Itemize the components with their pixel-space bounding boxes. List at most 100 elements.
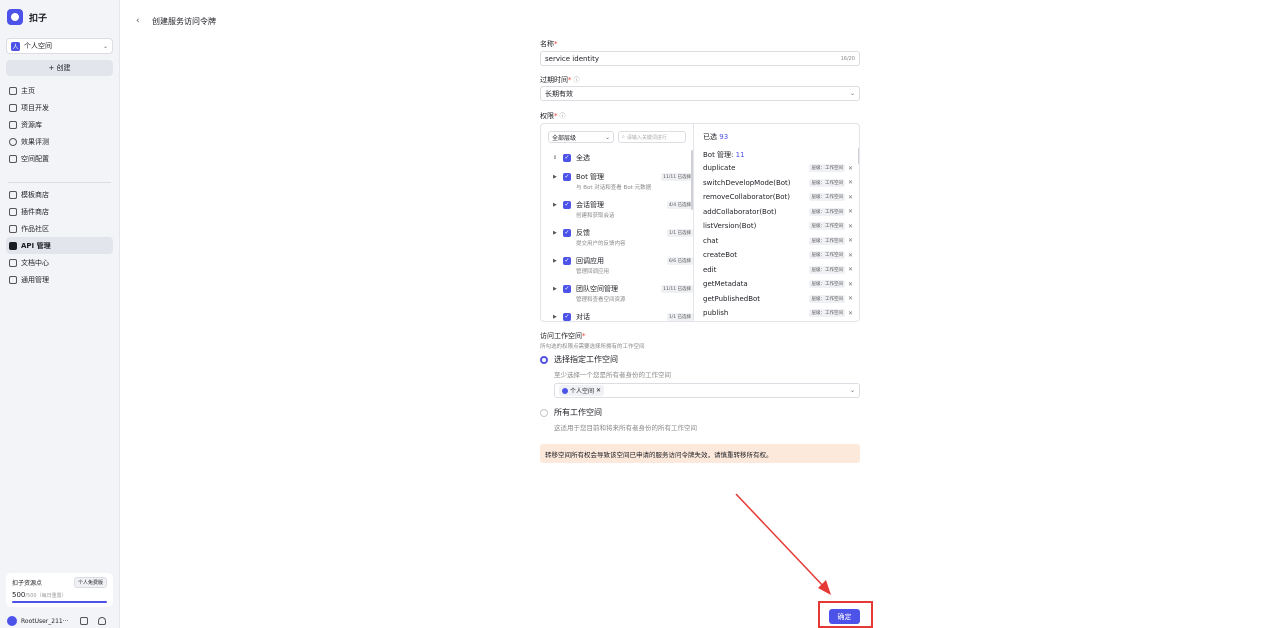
radio-unchecked[interactable] bbox=[540, 408, 548, 417]
remove-icon[interactable]: ✕ bbox=[848, 266, 853, 273]
back-icon[interactable]: ‹ bbox=[136, 16, 140, 26]
info-icon: ⓘ bbox=[559, 113, 566, 120]
name-field[interactable]: 16/20 bbox=[540, 51, 860, 66]
user-row[interactable]: RootUser_211··· bbox=[7, 616, 107, 626]
permission-tree: 全部层级 ⌄ ⌕ 请输入关键词进行 ⇕ ✓ 全选 ▶ ✓ Bot 管理 11/11 已选择… bbox=[541, 124, 694, 321]
selected-item-name: getPublishedBot bbox=[703, 294, 761, 303]
ws-chip[interactable]: 个人空间 ✕ bbox=[559, 385, 605, 396]
sidebar-divider bbox=[8, 182, 111, 183]
credits-card[interactable]: 扣子资源点 个人免费版 500/500（每日重置） bbox=[6, 573, 113, 607]
nav-item-library[interactable]: 资源库 bbox=[6, 116, 113, 133]
confirm-button[interactable]: 确定 bbox=[829, 609, 860, 624]
nav-label: 资源库 bbox=[21, 120, 42, 129]
nav-item-plugin-store[interactable]: 插件商店 bbox=[6, 203, 113, 220]
remove-icon[interactable]: ✕ bbox=[848, 208, 853, 215]
name-input[interactable] bbox=[545, 54, 841, 63]
nav-bottom: 模板商店 插件商店 作品社区 API 管理 文档中心 通用管理 bbox=[6, 186, 113, 288]
level-tag: 层级：工作空间 bbox=[809, 164, 845, 172]
checkbox-checked[interactable]: ✓ bbox=[563, 313, 571, 321]
perm-group[interactable]: ▶ ✓ 反馈 1/1 已选择 提交用户的反馈内容 bbox=[553, 228, 693, 247]
remove-icon[interactable]: ✕ bbox=[848, 237, 853, 244]
space-selector[interactable]: 人 个人空间 ⌄ bbox=[6, 38, 113, 54]
brand[interactable]: 扣子 bbox=[7, 9, 47, 25]
credits-progress-fill bbox=[12, 601, 107, 603]
level-tag: 层级：工作空间 bbox=[809, 280, 845, 288]
plan-badge: 个人免费版 bbox=[73, 577, 107, 588]
selected-item: createBot 层级：工作空间 ✕ bbox=[703, 251, 853, 259]
expand-icon: ▶ bbox=[553, 202, 557, 208]
selected-item: listVersion(Bot) 层级：工作空间 ✕ bbox=[703, 222, 853, 230]
remove-icon[interactable]: ✕ bbox=[848, 281, 853, 288]
docs-icon bbox=[9, 258, 17, 267]
selected-item-name: removeCollaborator(Bot) bbox=[703, 193, 791, 201]
project-icon bbox=[9, 103, 17, 112]
nav-label: 作品社区 bbox=[21, 224, 49, 233]
chevron-down-icon: ⌄ bbox=[604, 133, 610, 141]
selected-item: switchDevelopMode(Bot) 层级：工作空间 ✕ bbox=[703, 178, 853, 187]
nav-item-api[interactable]: API 管理 bbox=[6, 237, 113, 254]
search-placeholder: 请输入关键词进行 bbox=[626, 134, 667, 141]
remove-icon[interactable]: ✕ bbox=[848, 165, 853, 172]
name-counter: 16/20 bbox=[840, 55, 855, 62]
nav-item-settings[interactable]: 通用管理 bbox=[6, 271, 113, 288]
remove-icon[interactable]: ✕ bbox=[848, 223, 853, 230]
sidebar: 扣子 人 个人空间 ⌄ + 创建 主页 项目开发 资源库 效果评测 空间配置 模… bbox=[0, 0, 120, 628]
permission-panel: 全部层级 ⌄ ⌕ 请输入关键词进行 ⇕ ✓ 全选 ▶ ✓ Bot 管理 11/11 已选择… bbox=[540, 123, 860, 322]
perm-group[interactable]: ▶ ✓ 对话 1/1 已选择 bbox=[553, 312, 693, 321]
perm-group[interactable]: ▶ ✓ 团队空间管理 11/11 已选择 管理和查看空间资源 bbox=[553, 284, 693, 303]
nav-item-evaluation[interactable]: 效果评测 bbox=[6, 133, 113, 150]
info-icon: ⓘ bbox=[573, 77, 580, 84]
level-select[interactable]: 全部层级 ⌄ bbox=[548, 131, 614, 143]
nav-item-project[interactable]: 项目开发 bbox=[6, 99, 113, 116]
perm-group[interactable]: ▶ ✓ 会话管理 4/4 已选择 创建和获取会话 bbox=[553, 200, 693, 219]
scrollbar[interactable] bbox=[858, 148, 859, 164]
radio-specific-ws[interactable]: 选择指定工作空间 bbox=[540, 354, 618, 365]
nav-item-community[interactable]: 作品社区 bbox=[6, 220, 113, 237]
nav-item-space-config[interactable]: 空间配置 bbox=[6, 150, 113, 167]
checkbox-checked[interactable]: ✓ bbox=[563, 201, 571, 209]
create-button[interactable]: + 创建 bbox=[6, 60, 113, 76]
level-tag: 层级：工作空间 bbox=[809, 309, 845, 317]
nav-item-docs[interactable]: 文档中心 bbox=[6, 254, 113, 271]
remove-icon[interactable]: ✕ bbox=[848, 194, 853, 201]
level-tag: 层级：工作空间 bbox=[809, 236, 845, 245]
workspace-select[interactable]: 个人空间 ✕ ⌄ bbox=[554, 383, 860, 398]
chevron-down-icon: ⌄ bbox=[849, 90, 855, 97]
collapse-icon[interactable]: ⇕ bbox=[553, 155, 558, 161]
selected-item-name: chat bbox=[703, 236, 719, 245]
credits-title: 扣子资源点 bbox=[12, 580, 43, 587]
nav-item-template-store[interactable]: 模板商店 bbox=[6, 186, 113, 203]
expand-icon: ▶ bbox=[553, 230, 557, 236]
coze-logo-icon bbox=[7, 9, 23, 25]
nav-label: 项目开发 bbox=[21, 103, 49, 112]
bell-icon[interactable] bbox=[98, 617, 107, 625]
perm-group[interactable]: ▶ ✓ 回调应用 6/6 已选择 管理回调应用 bbox=[553, 256, 693, 275]
checkbox-checked[interactable]: ✓ bbox=[563, 229, 571, 237]
apps-icon[interactable] bbox=[80, 617, 89, 625]
keyword-search[interactable]: ⌕ 请输入关键词进行 bbox=[618, 131, 686, 143]
select-all[interactable]: ⇕ ✓ 全选 bbox=[553, 153, 590, 163]
remove-icon[interactable]: ✕ bbox=[848, 310, 853, 317]
checkbox-checked[interactable]: ✓ bbox=[563, 173, 571, 181]
nav-item-home[interactable]: 主页 bbox=[6, 82, 113, 99]
scrollbar[interactable] bbox=[691, 150, 693, 210]
option2-hint: 这适用于您目前和将来所有者身份的所有工作空间 bbox=[554, 424, 697, 432]
nav-label: 效果评测 bbox=[21, 137, 49, 146]
remove-icon[interactable]: ✕ bbox=[848, 179, 853, 186]
checkbox-checked[interactable]: ✓ bbox=[563, 285, 571, 293]
ws-label: 访问工作空间* bbox=[540, 332, 586, 340]
radio-all-ws[interactable]: 所有工作空间 bbox=[540, 407, 602, 418]
radio-checked[interactable] bbox=[540, 355, 548, 364]
warning-banner: 转移空间所有权会导致该空间已申请的服务访问令牌失效，请慎重转移所有权。 bbox=[540, 444, 860, 463]
checkbox-checked[interactable]: ✓ bbox=[563, 154, 571, 162]
selected-item-name: duplicate bbox=[703, 164, 736, 172]
remove-icon[interactable]: ✕ bbox=[848, 295, 853, 302]
checkbox-checked[interactable]: ✓ bbox=[563, 257, 571, 265]
option1-hint: 至少选择一个您是所有者身份的工作空间 bbox=[554, 371, 671, 379]
evaluation-icon bbox=[9, 137, 17, 146]
remove-icon[interactable]: ✕ bbox=[848, 252, 853, 259]
expire-select[interactable]: 长期有效 ⌄ bbox=[540, 86, 860, 101]
selected-item-name: publish bbox=[703, 309, 729, 317]
perm-group[interactable]: ▶ ✓ Bot 管理 11/11 已选择 与 Bot 对话和查看 Bot 元数据 bbox=[553, 172, 693, 191]
expand-icon: ▶ bbox=[553, 174, 557, 180]
